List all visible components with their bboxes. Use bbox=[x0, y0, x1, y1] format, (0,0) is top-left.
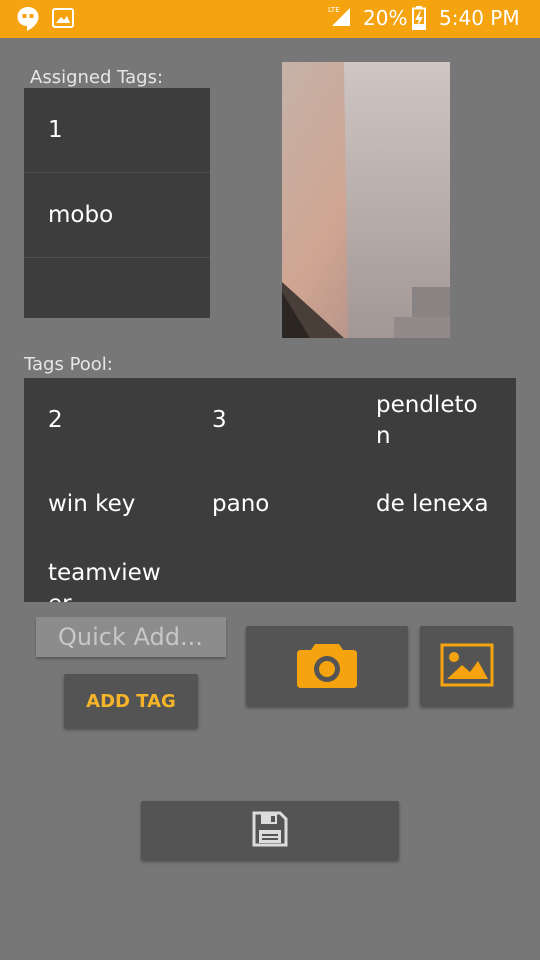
quick-add-input[interactable] bbox=[36, 617, 226, 657]
clock: 5:40 PM bbox=[439, 6, 520, 30]
svg-text:LTE: LTE bbox=[328, 6, 340, 14]
save-button[interactable] bbox=[141, 801, 399, 860]
camera-icon bbox=[295, 640, 359, 693]
battery-charging-icon bbox=[412, 6, 426, 34]
pool-tag-item[interactable]: win key bbox=[48, 489, 188, 520]
assigned-tags-list: 1 mobo bbox=[24, 88, 210, 318]
assigned-tag-label: mobo bbox=[48, 202, 114, 228]
image-icon bbox=[52, 8, 74, 32]
assigned-tag-item[interactable]: mobo bbox=[24, 173, 210, 258]
gallery-icon bbox=[440, 643, 494, 690]
pool-tag-item[interactable]: 3 bbox=[212, 405, 352, 436]
pool-tag-item[interactable]: pano bbox=[212, 489, 352, 520]
assigned-tag-label: 1 bbox=[48, 117, 63, 143]
status-bar: LTE 20% 5:40 PM bbox=[0, 0, 540, 38]
add-tag-button[interactable]: ADD TAG bbox=[64, 674, 198, 728]
assigned-tag-item[interactable] bbox=[24, 258, 210, 343]
gallery-button[interactable] bbox=[420, 626, 513, 706]
pool-tag-item[interactable]: pendleton bbox=[376, 390, 486, 452]
photo-preview[interactable] bbox=[282, 62, 450, 338]
save-icon bbox=[252, 811, 288, 850]
pool-tag-item[interactable]: de lenexa bbox=[376, 489, 516, 520]
assigned-tags-label: Assigned Tags: bbox=[30, 67, 164, 88]
pool-tag-item[interactable]: teamviewer bbox=[48, 558, 168, 602]
tags-pool-grid[interactable]: 2 3 pendleton win key pano de lenexa tea… bbox=[24, 378, 516, 602]
battery-percent: 20% bbox=[363, 6, 408, 30]
tags-pool-label: Tags Pool: bbox=[24, 354, 113, 375]
signal-icon: LTE bbox=[328, 6, 352, 32]
pool-tag-item[interactable]: 2 bbox=[48, 405, 188, 436]
hangouts-icon bbox=[16, 6, 40, 36]
camera-button[interactable] bbox=[246, 626, 408, 706]
assigned-tag-item[interactable]: 1 bbox=[24, 88, 210, 173]
